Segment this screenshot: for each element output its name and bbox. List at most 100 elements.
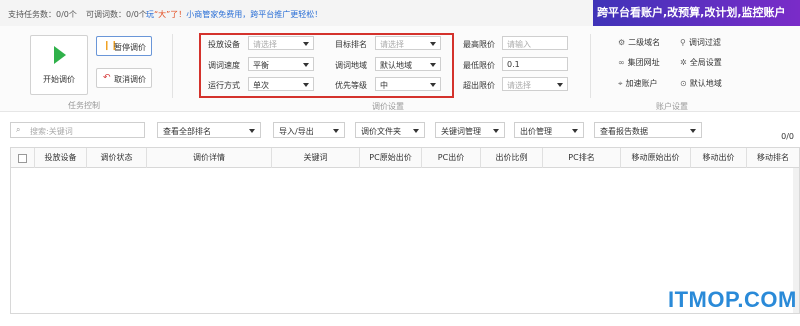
chevron-down-icon (430, 63, 436, 67)
speed-label: 调词速度 (208, 61, 240, 70)
divider (172, 34, 173, 98)
column-header[interactable]: 移动排名 (747, 148, 799, 168)
cancel-adjust-button[interactable]: ↶ 取消调价 (96, 68, 152, 88)
import-export-dropdown[interactable]: 导入/导出 (273, 122, 345, 138)
region-label: 调词地域 (335, 61, 367, 70)
rank-view-dropdown[interactable]: 查看全部排名 (157, 122, 261, 138)
select-all-checkbox[interactable] (18, 154, 27, 163)
word-filter-link[interactable]: ⚲ 调词过滤 (680, 37, 721, 48)
max-price-label: 最高限价 (463, 40, 495, 49)
word-filter-label: 调词过滤 (688, 38, 721, 47)
over-limit-label: 超出限价 (463, 81, 495, 90)
chevron-down-icon (572, 129, 578, 133)
promo-highlight: “大”了！ (154, 10, 187, 19)
device-label: 投放设备 (208, 40, 240, 49)
max-price-placeholder: 请输入 (507, 40, 531, 49)
min-price-input[interactable]: 0.1 (502, 57, 568, 71)
target-rank-select[interactable]: 请选择 (375, 36, 441, 50)
keyword-search-input[interactable]: ⌕ 搜索:关键词 (10, 122, 145, 138)
chevron-down-icon (430, 42, 436, 46)
second-domain-label: 二级域名 (628, 38, 661, 47)
column-header[interactable]: PC排名 (543, 148, 621, 168)
chevron-down-icon (430, 83, 436, 87)
group-url-link[interactable]: ∞ 集团网址 (618, 57, 660, 68)
bid-mgmt-dropdown[interactable]: 出价管理 (514, 122, 584, 138)
column-header[interactable]: 调价详情 (147, 148, 272, 168)
report-data-label: 查看报告数据 (600, 127, 648, 136)
keyword-mgmt-label: 关键词管理 (441, 127, 481, 136)
column-header[interactable]: 移动原始出价 (621, 148, 691, 168)
link-icon: ∞ (618, 58, 625, 67)
chevron-down-icon (303, 63, 309, 67)
search-placeholder: 搜索:关键词 (30, 127, 73, 136)
chevron-down-icon (303, 42, 309, 46)
mode-select-value: 单次 (253, 81, 269, 90)
price-folder-label: 调价文件夹 (361, 127, 401, 136)
bid-mgmt-label: 出价管理 (520, 127, 552, 136)
pause-adjust-button[interactable]: ❙❙ 暂停调价 (96, 36, 152, 56)
gear-icon: ⚙ (618, 38, 626, 47)
chevron-down-icon (557, 83, 563, 87)
default-region-label: 默认地域 (689, 79, 722, 88)
column-header[interactable]: PC出价 (422, 148, 481, 168)
keyword-mgmt-dropdown[interactable]: 关键词管理 (435, 122, 505, 138)
speed-select-value: 平衡 (253, 61, 269, 70)
min-price-value: 0.1 (507, 60, 520, 69)
rank-view-label: 查看全部排名 (163, 127, 211, 136)
speed-select[interactable]: 平衡 (248, 57, 314, 71)
chevron-down-icon (413, 129, 419, 133)
settings-icon: ✲ (680, 58, 687, 67)
speed-account-label: 加速账户 (625, 79, 658, 88)
start-adjust-button[interactable]: 开始调价 (30, 35, 88, 95)
column-header[interactable]: 投放设备 (35, 148, 87, 168)
column-header[interactable]: 移动出价 (691, 148, 747, 168)
second-domain-link[interactable]: ⚙ 二级域名 (618, 37, 660, 48)
chevron-down-icon (493, 129, 499, 133)
play-icon (54, 46, 66, 64)
divider (590, 34, 591, 98)
over-limit-select-value: 请选择 (507, 81, 531, 90)
target-rank-select-value: 请选择 (380, 40, 404, 49)
cancel-adjust-label: 取消调价 (114, 75, 146, 84)
start-adjust-label: 开始调价 (43, 75, 75, 84)
group-url-label: 集团网址 (627, 58, 660, 67)
status-bar: 支持任务数：0/0个 可调词数：0/0个 玩“大”了！小商管家免费用，跨平台推广… (0, 0, 800, 26)
column-header[interactable]: 关键词 (272, 148, 360, 168)
priority-select[interactable]: 中 (375, 77, 441, 91)
chevron-down-icon (690, 129, 696, 133)
promo-link[interactable]: 玩“大”了！小商管家免费用，跨平台推广更轻松！ (146, 9, 322, 20)
max-price-input[interactable]: 请输入 (502, 36, 568, 50)
supported-tasks-count: 支持任务数：0/0个 (8, 10, 77, 19)
priority-label: 优先等级 (335, 81, 367, 90)
global-settings-link[interactable]: ✲ 全局设置 (680, 57, 722, 68)
result-count: 0/0 (781, 132, 794, 141)
promo-banner[interactable]: 跨平台看账户,改预算,改计划,监控账户 (593, 0, 800, 26)
search-icon: ⌕ (16, 125, 21, 134)
chevron-down-icon (303, 83, 309, 87)
toolbar: 开始调价 ❙❙ 暂停调价 ↶ 取消调价 任务控制 投放设备 请选择 目标排名 请… (0, 26, 800, 112)
select-all-cell (11, 148, 35, 168)
import-export-label: 导入/导出 (279, 127, 314, 136)
adjustable-words-count: 可调词数：0/0个 (86, 10, 147, 19)
mode-label: 运行方式 (208, 81, 240, 90)
region-select-value: 默认地域 (380, 61, 412, 70)
speed-account-link[interactable]: ⌖ 加速账户 (618, 78, 658, 89)
column-header[interactable]: 出价比例 (481, 148, 543, 168)
price-folder-dropdown[interactable]: 调价文件夹 (355, 122, 425, 138)
region-select[interactable]: 默认地域 (375, 57, 441, 71)
report-data-dropdown[interactable]: 查看报告数据 (594, 122, 702, 138)
device-select[interactable]: 请选择 (248, 36, 314, 50)
priority-select-value: 中 (380, 81, 388, 90)
pause-adjust-label: 暂停调价 (114, 43, 146, 52)
promo-text: 小商管家免费用，跨平台推广更轻松！ (186, 10, 323, 19)
chevron-down-icon (333, 129, 339, 133)
chevron-down-icon (249, 129, 255, 133)
task-control-group-label: 任务控制 (68, 101, 100, 110)
column-header[interactable]: 调价状态 (87, 148, 147, 168)
over-limit-select[interactable]: 请选择 (502, 77, 568, 91)
default-region-link[interactable]: ⊙ 默认地域 (680, 78, 722, 89)
mode-select[interactable]: 单次 (248, 77, 314, 91)
column-header[interactable]: PC原始出价 (360, 148, 422, 168)
price-settings-group-label: 调价设置 (372, 102, 404, 111)
rocket-icon: ⌖ (618, 79, 623, 88)
